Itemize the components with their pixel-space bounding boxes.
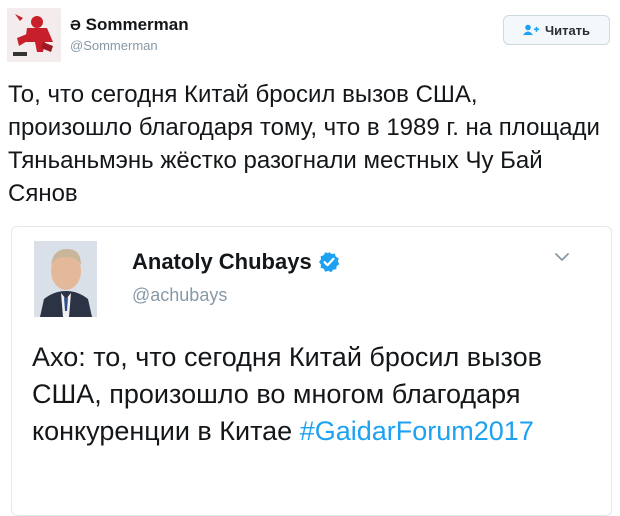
avatar-image <box>7 8 61 62</box>
verified-badge-icon <box>318 252 340 273</box>
anarchy-symbol-icon: Ә <box>70 17 81 34</box>
follow-button[interactable]: Читать <box>503 15 610 45</box>
quoted-tweet-text: Ахо: то, что сегодня Китай бросил вызов … <box>32 339 602 450</box>
quoted-author-avatar[interactable] <box>34 241 97 317</box>
author-handle[interactable]: @Sommerman <box>70 38 158 53</box>
quoted-author-name-text: Anatoly Chubays <box>132 249 312 274</box>
hashtag-link[interactable]: #GaidarForum2017 <box>300 416 534 446</box>
chevron-down-icon[interactable] <box>552 249 572 265</box>
quoted-tweet-card[interactable]: Anatoly Chubays @achubays Ахо: то, что с… <box>11 226 612 516</box>
author-name-text: Sommerman <box>85 15 189 34</box>
quoted-avatar-image <box>34 241 97 317</box>
author-name[interactable]: Ә Sommerman <box>70 15 189 35</box>
tweet-text: То, что сегодня Китай бросил вызов США, … <box>8 81 600 207</box>
quoted-author-handle[interactable]: @achubays <box>132 285 227 306</box>
quoted-author-name[interactable]: Anatoly Chubays <box>132 249 340 275</box>
follow-user-icon <box>522 24 539 35</box>
author-avatar[interactable] <box>7 8 61 62</box>
follow-button-label: Читать <box>544 22 591 38</box>
tweet-header: Ә Sommerman @Sommerman Читать <box>0 0 620 70</box>
